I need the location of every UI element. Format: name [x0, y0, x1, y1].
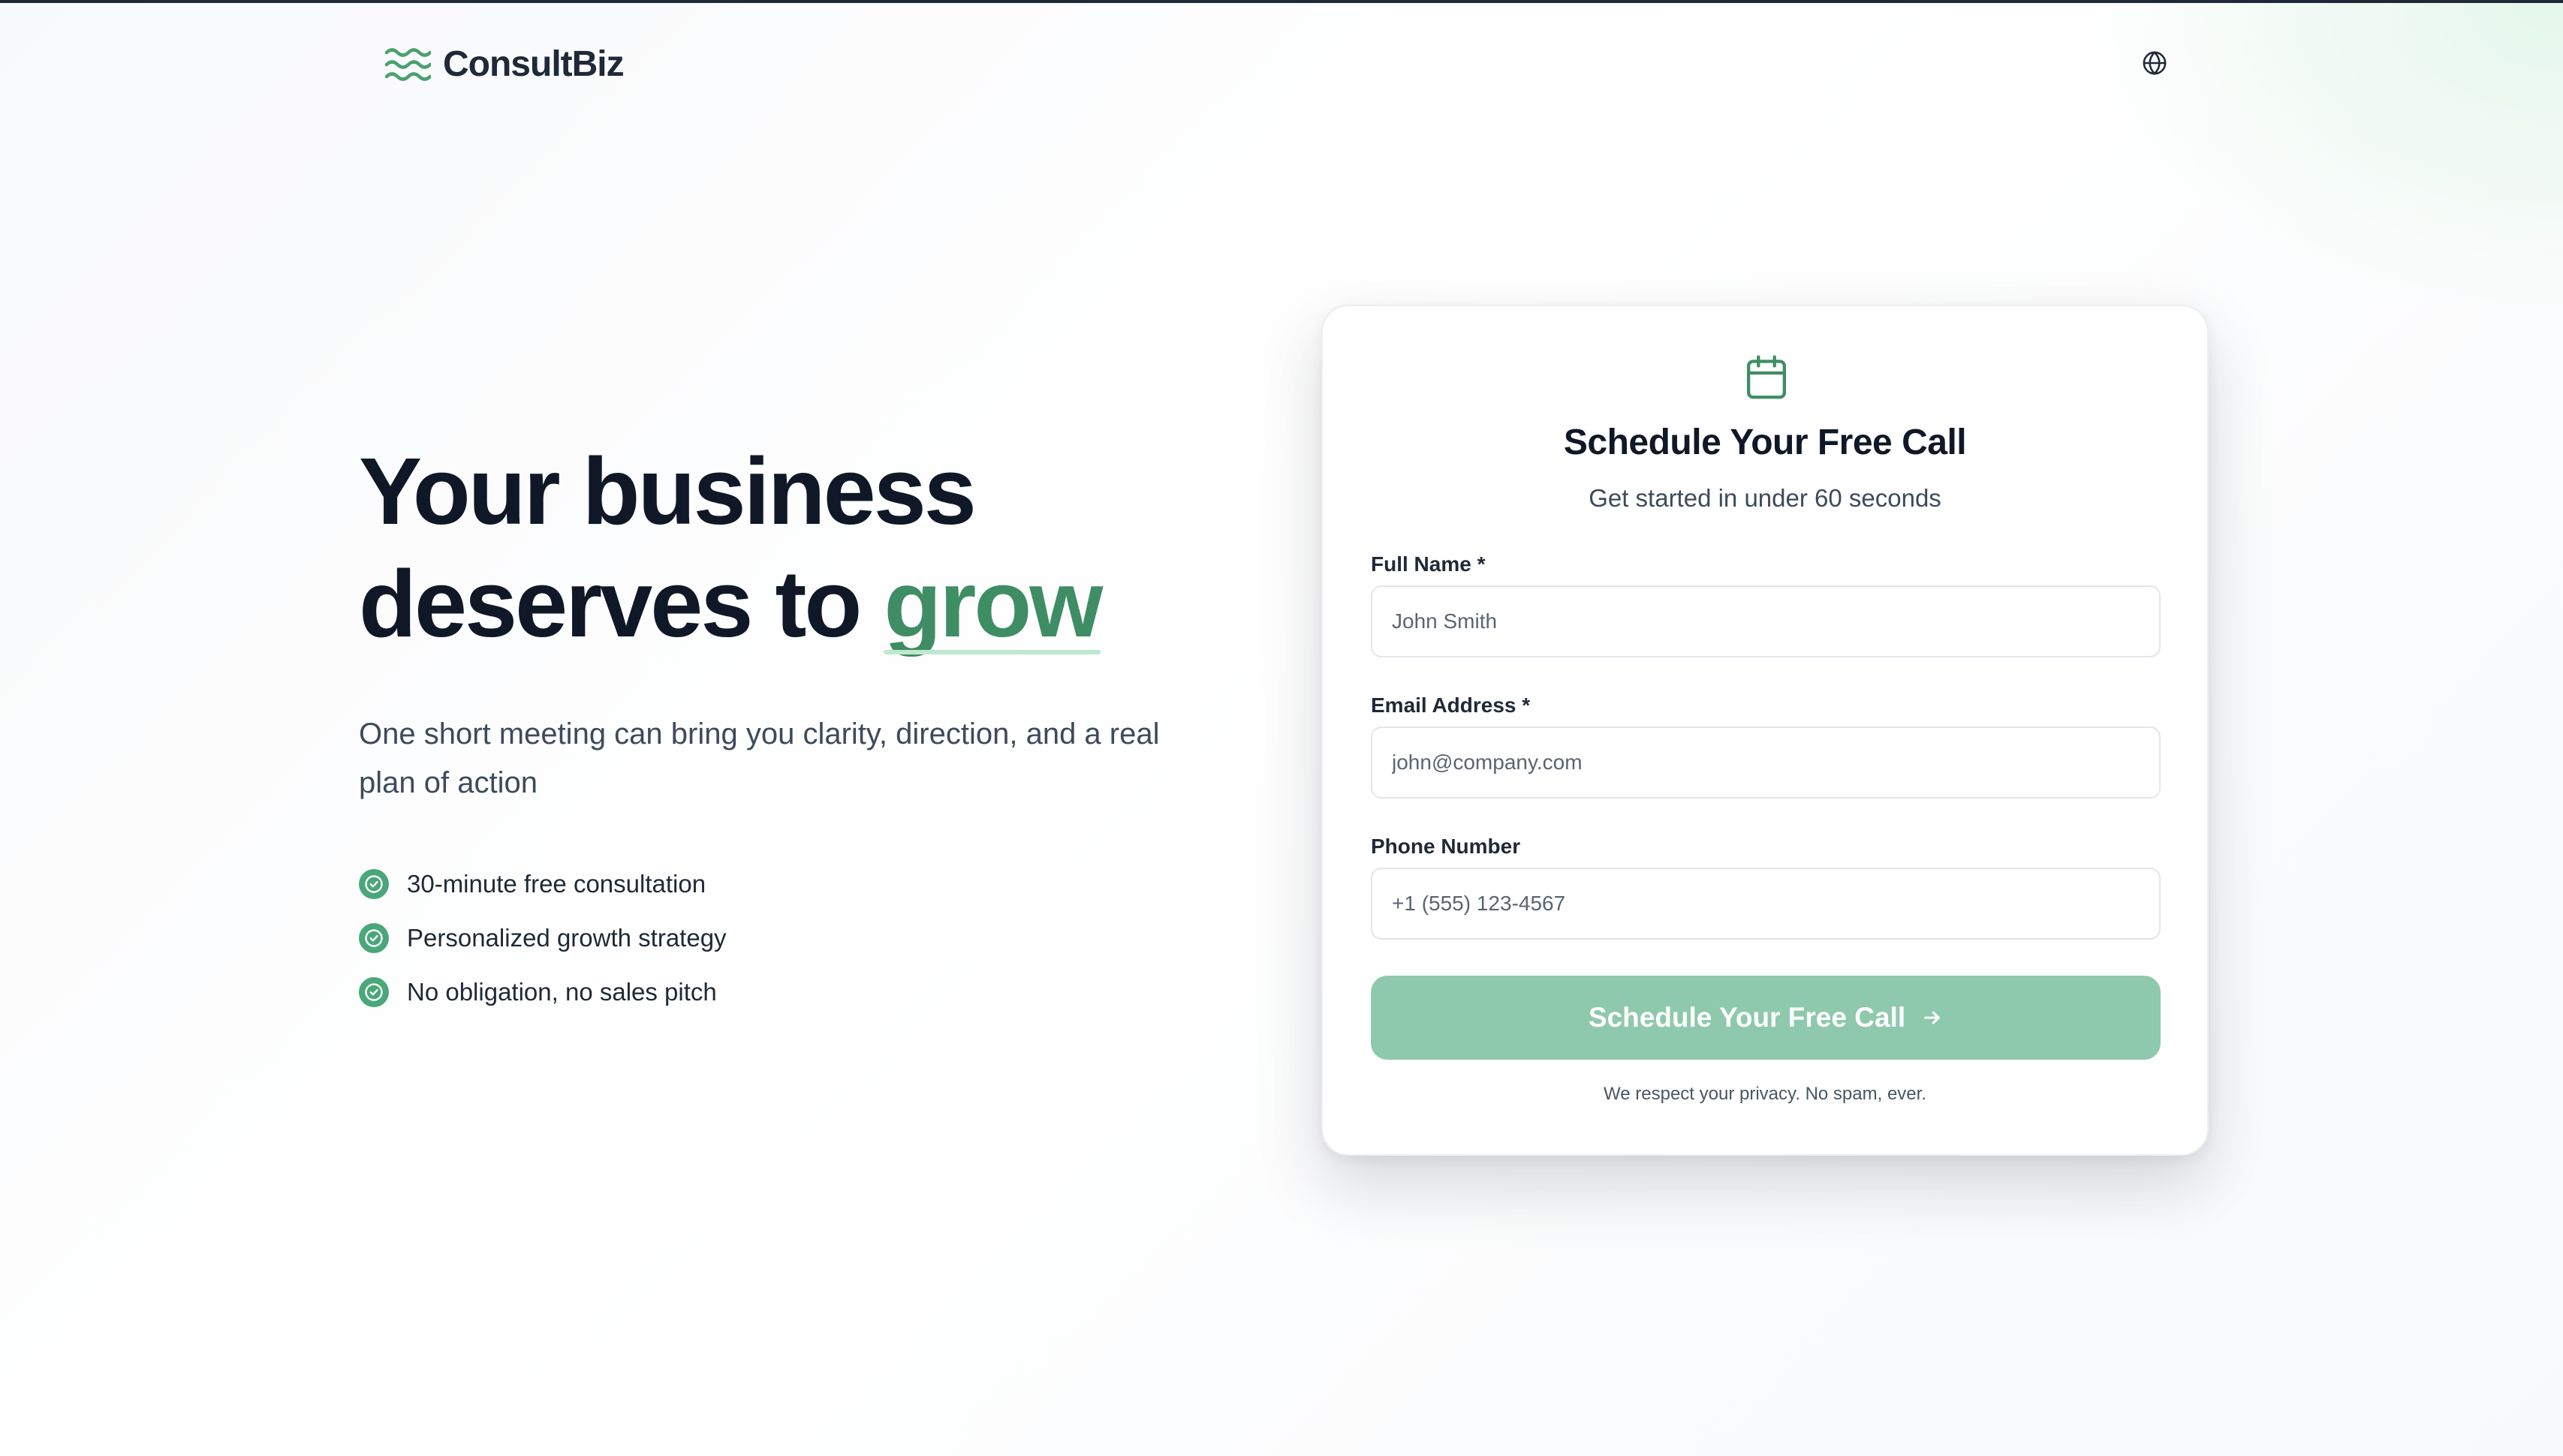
calendar-icon-wrapper — [1745, 354, 1788, 401]
waves-icon — [384, 47, 431, 81]
benefit-text: 30-minute free consultation — [407, 870, 706, 898]
phone-input[interactable] — [1371, 868, 2161, 940]
form-title: Schedule Your Free Call — [1563, 423, 1967, 462]
benefit-text: Personalized growth strategy — [407, 924, 727, 952]
arrow-right-icon — [1924, 1011, 1940, 1024]
brand-name: ConsultBiz — [443, 44, 625, 84]
full-name-label: Full Name * — [1371, 552, 1486, 576]
hero-subtitle: One short meeting can bring you clarity,… — [359, 717, 1160, 799]
submit-label: Schedule Your Free Call — [1588, 1002, 1906, 1033]
benefit-item: No obligation, no sales pitch — [359, 965, 1260, 1019]
benefit-item: 30-minute free consultation — [359, 857, 1260, 911]
headline-highlight: grow — [884, 548, 1103, 660]
schedule-call-card: Schedule Your Free Call Get started in u… — [1321, 305, 2209, 1156]
schedule-call-button[interactable]: Schedule Your Free Call — [1371, 976, 2161, 1060]
check-circle-icon — [359, 977, 389, 1007]
check-circle-icon — [359, 923, 389, 953]
calendar-icon — [1747, 355, 1786, 399]
hero-section: Your business deserves to grow One short… — [359, 435, 1260, 1019]
top-border — [0, 0, 2563, 3]
phone-label: Phone Number — [1371, 835, 1521, 858]
full-name-input[interactable] — [1371, 585, 2161, 657]
brand-logo[interactable]: ConsultBiz — [384, 44, 625, 85]
headline-line-1: Your business — [359, 438, 977, 544]
benefit-text: No obligation, no sales pitch — [407, 978, 717, 1006]
benefit-item: Personalized growth strategy — [359, 911, 1260, 965]
privacy-note: We respect your privacy. No spam, ever. — [1604, 1084, 1926, 1104]
benefit-list: 30-minute free consultation Personalized… — [359, 857, 1260, 1019]
form-subtitle: Get started in under 60 seconds — [1589, 484, 1941, 512]
headline-line-2: deserves to — [359, 551, 884, 657]
email-label: Email Address * — [1371, 693, 1531, 717]
check-circle-icon — [359, 869, 389, 899]
email-input[interactable] — [1371, 726, 2161, 799]
globe-icon — [2143, 51, 2167, 75]
hero-headline: Your business deserves to grow — [359, 435, 1260, 660]
language-switcher[interactable] — [2140, 48, 2170, 78]
